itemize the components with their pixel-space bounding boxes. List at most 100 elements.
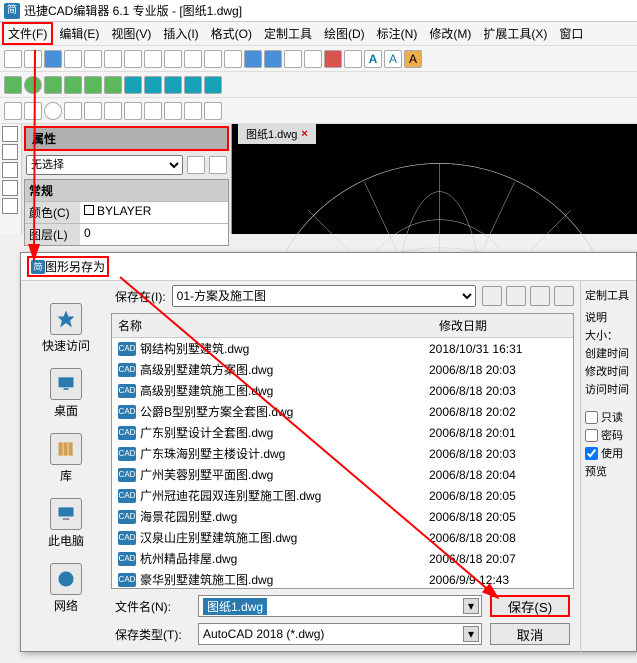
menu-ext[interactable]: 扩展工具(X) bbox=[477, 22, 553, 45]
menu-format[interactable]: 格式(O) bbox=[205, 22, 258, 45]
menu-custom[interactable]: 定制工具 bbox=[258, 22, 318, 45]
menu-dimension[interactable]: 标注(N) bbox=[371, 22, 424, 45]
block-icon[interactable] bbox=[204, 102, 222, 120]
ltool-4[interactable] bbox=[2, 180, 18, 196]
prop-icon[interactable] bbox=[184, 50, 202, 68]
file-row[interactable]: CAD钢结构别墅建筑.dwg2018/10/31 16:31 bbox=[112, 338, 573, 359]
place-network[interactable]: 网络 bbox=[50, 563, 82, 614]
prop-color-value[interactable]: BYLAYER bbox=[80, 202, 228, 223]
menu-draw[interactable]: 绘图(D) bbox=[318, 22, 371, 45]
chevron-down-icon[interactable]: ▾ bbox=[463, 626, 479, 642]
save-button[interactable]: 保存(S) bbox=[490, 595, 570, 617]
file-row[interactable]: CAD高级别墅建筑方案图.dwg2006/8/18 20:03 bbox=[112, 359, 573, 380]
filter-btn1[interactable] bbox=[187, 156, 205, 174]
file-row[interactable]: CAD海景花园别墅.dwg2006/8/18 20:05 bbox=[112, 506, 573, 527]
mesh2-icon[interactable] bbox=[144, 76, 162, 94]
region-icon[interactable] bbox=[164, 102, 182, 120]
find-icon[interactable] bbox=[224, 50, 242, 68]
nav-views-icon[interactable] bbox=[554, 286, 574, 306]
save-icon[interactable] bbox=[44, 50, 62, 68]
saveas-icon[interactable] bbox=[64, 50, 82, 68]
circle-icon[interactable] bbox=[44, 102, 62, 120]
solid-sphere-icon[interactable] bbox=[24, 76, 42, 94]
prop-layer-value[interactable]: 0 bbox=[80, 224, 228, 245]
print-icon[interactable] bbox=[84, 50, 102, 68]
document-tab[interactable]: 图纸1.dwg × bbox=[238, 124, 316, 144]
file-list[interactable]: 名称 修改日期 CAD钢结构别墅建筑.dwg2018/10/31 16:31CA… bbox=[111, 313, 574, 589]
file-row[interactable]: CAD豪华别墅建筑施工图.dwg2006/9/9 12:43 bbox=[112, 569, 573, 588]
chevron-down-icon[interactable]: ▾ bbox=[463, 598, 479, 614]
file-row[interactable]: CAD广东珠海别墅主楼设计.dwg2006/8/18 20:03 bbox=[112, 443, 573, 464]
cancel-button[interactable]: 取消 bbox=[490, 623, 570, 645]
mesh3-icon[interactable] bbox=[164, 76, 182, 94]
file-row[interactable]: CAD广东别墅设计全套图.dwg2006/8/18 20:01 bbox=[112, 422, 573, 443]
use-checkbox[interactable] bbox=[585, 447, 598, 460]
mesh5-icon[interactable] bbox=[204, 76, 222, 94]
mesh4-icon[interactable] bbox=[184, 76, 202, 94]
pline-icon[interactable] bbox=[24, 102, 42, 120]
text2-icon[interactable]: A bbox=[384, 50, 402, 68]
selection-filter[interactable]: 无选择 bbox=[26, 155, 183, 175]
ltool-3[interactable] bbox=[2, 162, 18, 178]
mesh1-icon[interactable] bbox=[124, 76, 142, 94]
col-date[interactable]: 修改日期 bbox=[433, 314, 573, 337]
ltool-5[interactable] bbox=[2, 198, 18, 214]
file-row[interactable]: CAD高级别墅建筑施工图.dwg2006/8/18 20:03 bbox=[112, 380, 573, 401]
zoom-icon[interactable] bbox=[304, 50, 322, 68]
ellipse-icon[interactable] bbox=[104, 102, 122, 120]
redo-icon[interactable] bbox=[264, 50, 282, 68]
copy-icon[interactable] bbox=[144, 50, 162, 68]
file-row[interactable]: CAD汉泉山庄别墅建筑施工图.dwg2006/8/18 20:08 bbox=[112, 527, 573, 548]
file-row[interactable]: CAD公爵B型别墅方案全套图.dwg2006/8/18 20:02 bbox=[112, 401, 573, 422]
solid-cyl-icon[interactable] bbox=[44, 76, 62, 94]
nav-up-icon[interactable] bbox=[506, 286, 526, 306]
drawing-canvas[interactable]: 图纸1.dwg × bbox=[232, 124, 637, 234]
menu-insert[interactable]: 插入(I) bbox=[157, 22, 204, 45]
match-icon[interactable] bbox=[204, 50, 222, 68]
nav-new-folder-icon[interactable] bbox=[530, 286, 550, 306]
place-quick[interactable]: 快速访问 bbox=[42, 303, 90, 354]
file-row[interactable]: CAD广州芙蓉别墅平面图.dwg2006/8/18 20:04 bbox=[112, 464, 573, 485]
readonly-checkbox[interactable] bbox=[585, 411, 598, 424]
new-icon[interactable] bbox=[4, 50, 22, 68]
ltool-2[interactable] bbox=[2, 144, 18, 160]
solid-wedge-icon[interactable] bbox=[84, 76, 102, 94]
nav-back-icon[interactable] bbox=[482, 286, 502, 306]
col-name[interactable]: 名称 bbox=[112, 314, 433, 337]
purge-icon[interactable] bbox=[344, 50, 362, 68]
arc-icon[interactable] bbox=[64, 102, 82, 120]
menu-file[interactable]: 文件(F) bbox=[2, 22, 53, 45]
cut-icon[interactable] bbox=[124, 50, 142, 68]
file-row[interactable]: CAD杭州精品排屋.dwg2006/8/18 20:07 bbox=[112, 548, 573, 569]
solid-torus-icon[interactable] bbox=[104, 76, 122, 94]
undo-icon[interactable] bbox=[244, 50, 262, 68]
hatch-icon[interactable] bbox=[144, 102, 162, 120]
solid-box-icon[interactable] bbox=[4, 76, 22, 94]
filename-combo[interactable]: 图纸1.dwg ▾ bbox=[198, 595, 482, 617]
ltool-1[interactable] bbox=[2, 126, 18, 142]
place-thispc[interactable]: 此电脑 bbox=[48, 498, 84, 549]
open-icon[interactable] bbox=[24, 50, 42, 68]
menu-edit[interactable]: 编辑(E) bbox=[53, 22, 105, 45]
rect-icon[interactable] bbox=[84, 102, 102, 120]
place-library[interactable]: 库 bbox=[50, 433, 82, 484]
menu-view[interactable]: 视图(V) bbox=[105, 22, 157, 45]
pan-icon[interactable] bbox=[284, 50, 302, 68]
filetype-combo[interactable]: AutoCAD 2018 (*.dwg) ▾ bbox=[198, 623, 482, 645]
delete-icon[interactable] bbox=[324, 50, 342, 68]
password-checkbox[interactable] bbox=[585, 429, 598, 442]
solid-cone-icon[interactable] bbox=[64, 76, 82, 94]
line-icon[interactable] bbox=[4, 102, 22, 120]
close-tab-icon[interactable]: × bbox=[301, 128, 307, 140]
menu-window[interactable]: 窗口 bbox=[553, 22, 589, 45]
file-row[interactable]: CAD广州冠迪花园双连别墅施工图.dwg2006/8/18 20:05 bbox=[112, 485, 573, 506]
place-desktop[interactable]: 桌面 bbox=[50, 368, 82, 419]
text-icon[interactable]: A bbox=[364, 50, 382, 68]
menu-modify[interactable]: 修改(M) bbox=[423, 22, 477, 45]
text3-icon[interactable]: A bbox=[404, 50, 422, 68]
point-icon[interactable] bbox=[184, 102, 202, 120]
spline-icon[interactable] bbox=[124, 102, 142, 120]
preview-icon[interactable] bbox=[104, 50, 122, 68]
save-in-combo[interactable]: 01-方案及施工图 bbox=[172, 285, 476, 307]
paste-icon[interactable] bbox=[164, 50, 182, 68]
